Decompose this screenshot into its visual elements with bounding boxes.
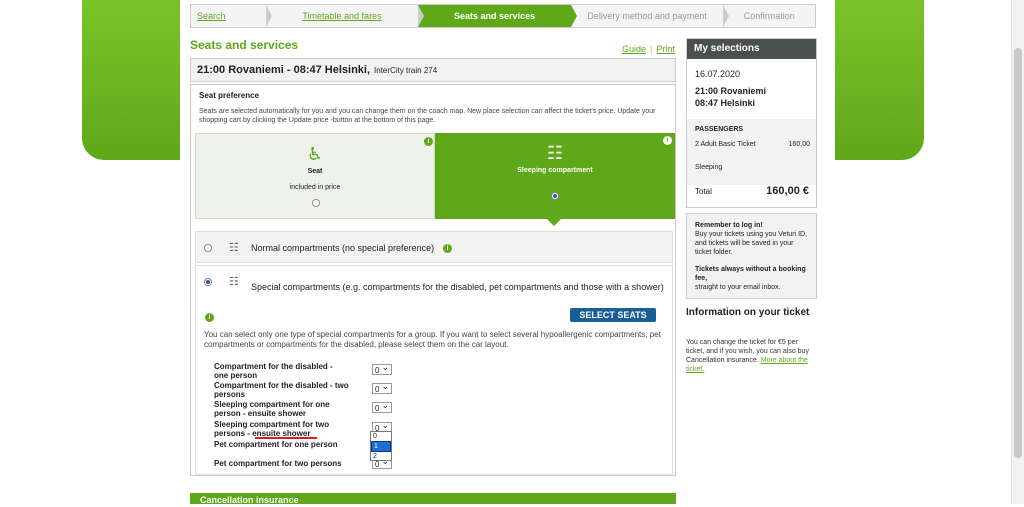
scrollbar[interactable] xyxy=(1011,0,1024,504)
quantity-select[interactable]: 0 xyxy=(372,400,392,413)
seat-pref-heading: Seat preference xyxy=(199,91,260,100)
print-link[interactable]: Print xyxy=(656,44,675,54)
select-seats-button[interactable]: SELECT SEATS xyxy=(570,308,656,322)
ticket-info-text: You can change the ticket for €5 per tic… xyxy=(686,338,817,374)
quantity-select[interactable]: 0 xyxy=(372,362,392,375)
passengers-section: PASSENGERS 2 Adult Basic Ticket 160,00 S… xyxy=(687,119,816,185)
ticket-info-title: Information on your ticket xyxy=(686,307,810,318)
highlight-underline xyxy=(255,437,317,439)
trip-header: 21:00 Rovaniemi - 08:47 Helsinki, InterC… xyxy=(190,58,676,82)
page-links: Guide | Print xyxy=(622,44,675,54)
bed-icon: ☷ xyxy=(229,276,239,288)
login-text: Buy your tickets using you Veturi ID, an… xyxy=(695,231,808,256)
selection-notch xyxy=(547,219,561,226)
dropdown-option[interactable]: 0 xyxy=(371,432,391,441)
field-label: Compartment for the disabled - one perso… xyxy=(214,362,333,380)
seat-preference-panel: Seat preference Seats are selected autom… xyxy=(190,84,676,476)
info-icon[interactable]: i xyxy=(424,137,433,146)
step-delivery: Delivery method and payment xyxy=(571,5,730,27)
field-label: Compartment for the disabled - two perso… xyxy=(214,381,349,399)
fee-title: Tickets always without a booking fee, xyxy=(695,266,806,282)
normal-label: Normal compartments (no special preferen… xyxy=(251,243,435,253)
field-label: Sleeping compartment for one person - en… xyxy=(214,400,330,418)
fee-text: straight to your email inbox. xyxy=(695,284,781,291)
field-label: Sleeping compartment for two persons - e… xyxy=(214,420,330,438)
dropdown-option-highlighted[interactable]: 1 xyxy=(371,441,391,452)
info-icon[interactable]: i xyxy=(443,244,452,253)
seat-radio[interactable] xyxy=(312,199,320,207)
special-label: Special compartments (e.g. compartments … xyxy=(251,282,664,292)
dropdown-options[interactable]: 0 1 2 xyxy=(370,431,392,461)
step-search[interactable]: Search xyxy=(191,5,272,27)
info-icon[interactable]: i xyxy=(205,313,214,322)
field-label: Pet compartment for two persons xyxy=(214,459,342,468)
my-selections-panel: My selections 16.07.2020 21:00 Rovaniemi… xyxy=(686,38,817,208)
bed-icon: ☷ xyxy=(546,143,564,163)
departure: 21:00 Rovaniemi xyxy=(695,86,767,96)
bed-icon: ☷ xyxy=(229,242,239,254)
special-desc: You can select only one type of special … xyxy=(204,330,661,349)
login-reminder: Remember to log in! Buy your tickets usi… xyxy=(686,213,817,299)
normal-radio[interactable] xyxy=(204,244,212,252)
page-title: Seats and services xyxy=(190,38,299,52)
sleeping-option[interactable]: ☷ Sleeping compartment i xyxy=(435,133,675,219)
trip-train: InterCity train 274 xyxy=(374,65,438,75)
sleep-radio[interactable] xyxy=(551,192,559,200)
seat-label: Seat xyxy=(307,168,323,175)
quantity-select[interactable]: 0 xyxy=(372,381,392,394)
arrival: 08:47 Helsinki xyxy=(695,98,756,108)
step-seats: Seats and services xyxy=(418,5,577,27)
cancellation-insurance-header[interactable]: Cancellation insurance xyxy=(190,493,676,505)
passengers-label: PASSENGERS xyxy=(695,126,744,133)
travel-route: 21:00 Rovaniemi 08:47 Helsinki xyxy=(695,85,766,109)
field-label: Pet compartment for one person xyxy=(214,440,338,449)
trip-route: 21:00 Rovaniemi - 08:47 Helsinki, xyxy=(197,64,371,76)
scrollbar-thumb[interactable] xyxy=(1014,48,1022,458)
special-compartments-row: ☷ Special compartments (e.g. compartment… xyxy=(195,265,673,475)
link-separator: | xyxy=(650,44,653,54)
special-radio[interactable] xyxy=(204,278,212,286)
seat-sub: included in price xyxy=(289,184,341,191)
seat-pref-text: Seats are selected automatically for you… xyxy=(199,108,656,124)
info-icon[interactable]: i xyxy=(663,136,672,145)
login-title: Remember to log in! xyxy=(695,222,763,229)
ticket-price: 160,00 xyxy=(788,141,810,148)
sleeping-item: Sleeping xyxy=(695,164,723,171)
seat-icon: ♿︎ xyxy=(306,144,324,164)
step-confirmation: Confirmation xyxy=(743,11,795,21)
normal-compartments-row[interactable]: ☷ Normal compartments (no special prefer… xyxy=(195,231,673,263)
my-selections-title: My selections xyxy=(687,39,816,59)
total-value: 160,00 € xyxy=(766,185,809,197)
seat-option[interactable]: ♿︎ Seat included in price i xyxy=(195,133,435,219)
travel-date: 16.07.2020 xyxy=(695,69,741,79)
booking-steps: Search Timetable and fares Seats and ser… xyxy=(190,4,816,28)
total-label: Total xyxy=(695,187,712,196)
sleep-label: Sleeping compartment xyxy=(517,167,593,174)
step-timetable[interactable]: Timetable and fares xyxy=(266,5,424,27)
guide-link[interactable]: Guide xyxy=(622,44,646,54)
ticket-type: 2 Adult Basic Ticket xyxy=(695,141,756,148)
dropdown-option[interactable]: 2 xyxy=(371,452,391,461)
